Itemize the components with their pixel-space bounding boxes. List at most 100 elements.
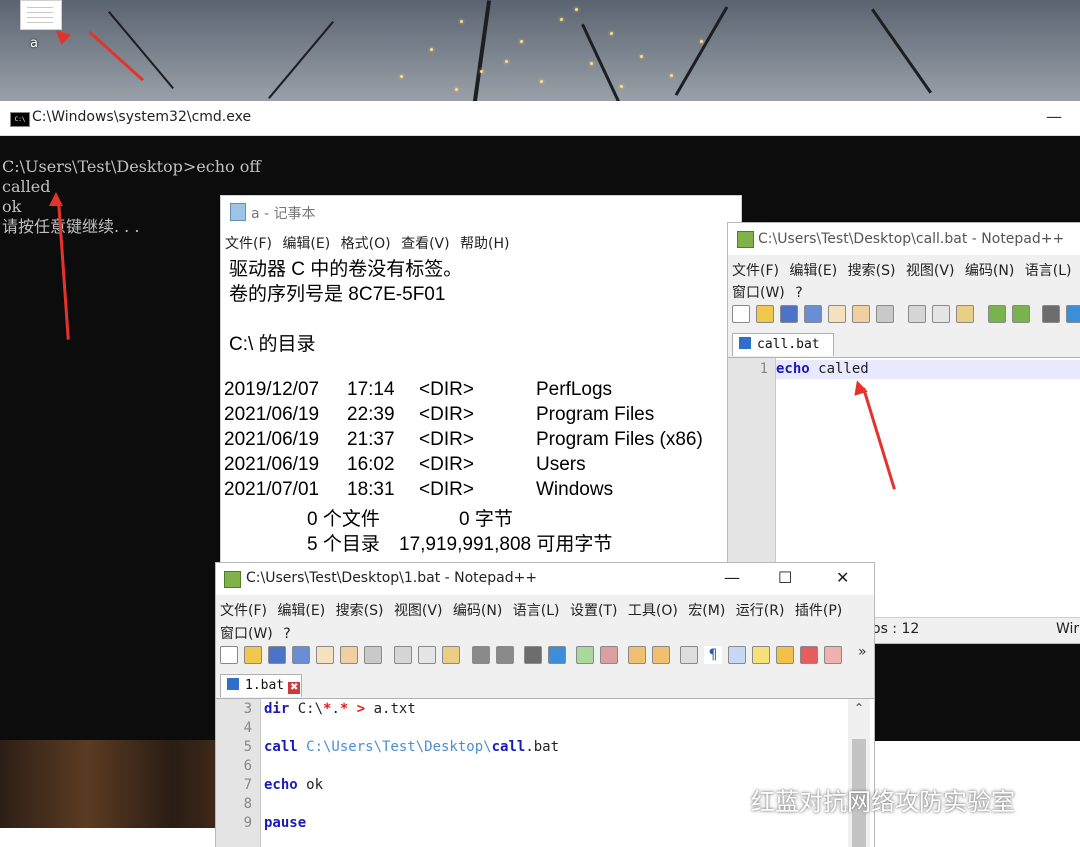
save-icon[interactable]	[780, 305, 798, 323]
menu-encoding[interactable]: 编码(N)	[453, 603, 502, 619]
close-file-icon[interactable]	[316, 646, 334, 664]
save-all-icon[interactable]	[804, 305, 822, 323]
menu-edit[interactable]: 编辑(E)	[277, 603, 325, 619]
npp-call-toolbar	[732, 305, 1080, 327]
tab-1-bat[interactable]: 1.bat ✖	[220, 674, 302, 697]
cmd-title-bar[interactable]: C:\ C:\Windows\system32\cmd.exe —	[0, 101, 1080, 136]
menu-file[interactable]: 文件(F)	[732, 263, 779, 279]
menu-plugins[interactable]: 插件(P)	[795, 603, 842, 619]
menu-view[interactable]: 查看(V)	[401, 236, 450, 252]
paste-icon[interactable]	[442, 646, 460, 664]
dir-time: 18:31	[347, 479, 395, 500]
redo-icon[interactable]	[496, 646, 514, 664]
menu-run[interactable]: 运行(R)	[736, 603, 785, 619]
wechat-icon	[705, 786, 743, 814]
menu-file[interactable]: 文件(F)	[225, 236, 272, 252]
show-all-chars-icon[interactable]: ¶	[704, 646, 722, 664]
text-file-icon[interactable]	[20, 0, 62, 30]
word-wrap-icon[interactable]	[680, 646, 698, 664]
menu-search[interactable]: 搜索(S)	[848, 263, 896, 279]
menu-view[interactable]: 视图(V)	[906, 263, 955, 279]
zoom-out-icon[interactable]	[600, 646, 618, 664]
zoom-in-icon[interactable]	[576, 646, 594, 664]
function-list-icon[interactable]	[800, 646, 818, 664]
paste-icon[interactable]	[956, 305, 974, 323]
sync-horizontal-icon[interactable]	[652, 646, 670, 664]
print-icon[interactable]	[876, 305, 894, 323]
undo-icon[interactable]	[472, 646, 490, 664]
doc-map-icon[interactable]	[776, 646, 794, 664]
line-number: 8	[243, 796, 252, 812]
replace-icon[interactable]	[1066, 305, 1080, 323]
npp-one-title-bar[interactable]: C:\Users\Test\Desktop\1.bat - Notepad++ …	[216, 563, 874, 595]
line-number: 4	[243, 720, 252, 736]
cmd-app-icon: C:\	[10, 112, 30, 127]
indent-guide-icon[interactable]	[728, 646, 746, 664]
menu-help[interactable]: 帮助(H)	[460, 236, 509, 252]
menu-help[interactable]: ?	[283, 626, 290, 642]
menu-language[interactable]: 语言(L)	[1025, 263, 1072, 279]
menu-language[interactable]: 语言(L)	[513, 603, 560, 619]
desktop-icon-label[interactable]: a	[30, 36, 38, 51]
dir-name: Users	[536, 454, 586, 475]
sync-vertical-icon[interactable]	[628, 646, 646, 664]
menu-settings[interactable]: 设置(T)	[570, 603, 617, 619]
copy-icon[interactable]	[932, 305, 950, 323]
new-file-icon[interactable]	[220, 646, 238, 664]
user-language-icon[interactable]	[752, 646, 770, 664]
maximize-button[interactable]: ☐	[778, 568, 792, 587]
npp-call-title: C:\Users\Test\Desktop\call.bat - Notepad…	[758, 231, 1065, 247]
scroll-up-arrow-icon[interactable]: ⌃	[854, 701, 864, 715]
cut-icon[interactable]	[908, 305, 926, 323]
save-state-icon	[227, 678, 239, 690]
menu-window[interactable]: 窗口(W)	[732, 285, 785, 301]
replace-icon[interactable]	[548, 646, 566, 664]
minimize-button[interactable]: —	[724, 568, 740, 587]
close-file-icon[interactable]	[828, 305, 846, 323]
menu-edit[interactable]: 编辑(E)	[282, 236, 330, 252]
find-icon[interactable]	[1042, 305, 1060, 323]
npp-one-editor[interactable]: 3 4 5 6 7 8 9 dir C:\*.* > a.txt call C:…	[216, 698, 874, 847]
save-icon[interactable]	[268, 646, 286, 664]
code-line: echo called	[776, 361, 869, 377]
menu-file[interactable]: 文件(F)	[220, 603, 267, 619]
watermark-text: 红蓝对抗网络攻防实验室	[751, 788, 1015, 816]
tab-close-icon[interactable]: ✖	[288, 682, 301, 694]
close-all-icon[interactable]	[852, 305, 870, 323]
new-file-icon[interactable]	[732, 305, 750, 323]
menu-tools[interactable]: 工具(O)	[628, 603, 678, 619]
code-keyword: dir	[264, 701, 290, 717]
menu-encoding[interactable]: 编码(N)	[965, 263, 1014, 279]
menu-help[interactable]: ?	[795, 285, 802, 301]
npp-call-title-bar[interactable]: C:\Users\Test\Desktop\call.bat - Notepad…	[728, 223, 1080, 255]
folder-workspace-icon[interactable]	[824, 646, 842, 664]
vertical-scrollbar[interactable]: ⌃	[848, 699, 870, 847]
summary-value: 0 字节	[459, 509, 513, 530]
menu-search[interactable]: 搜索(S)	[336, 603, 384, 619]
find-icon[interactable]	[524, 646, 542, 664]
menu-window[interactable]: 窗口(W)	[220, 626, 273, 642]
copy-icon[interactable]	[418, 646, 436, 664]
save-all-icon[interactable]	[292, 646, 310, 664]
close-all-icon[interactable]	[340, 646, 358, 664]
cmd-line: C:\Users\Test\Desktop>echo off	[2, 157, 261, 176]
menu-view[interactable]: 视图(V)	[394, 603, 443, 619]
undo-icon[interactable]	[988, 305, 1006, 323]
redo-icon[interactable]	[1012, 305, 1030, 323]
cut-icon[interactable]	[394, 646, 412, 664]
dir-type: <DIR>	[419, 429, 474, 450]
tab-call-bat[interactable]: call.bat✖	[732, 333, 834, 375]
minimize-button[interactable]: —	[1046, 107, 1062, 126]
open-file-icon[interactable]	[244, 646, 262, 664]
toolbar-overflow-icon[interactable]: »	[858, 644, 867, 660]
menu-edit[interactable]: 编辑(E)	[789, 263, 837, 279]
npp-call-menu-bar-2: 窗口(W) ?	[732, 282, 809, 302]
menu-format[interactable]: 格式(O)	[341, 236, 391, 252]
print-icon[interactable]	[364, 646, 382, 664]
dir-type: <DIR>	[419, 379, 474, 400]
close-button[interactable]: ✕	[836, 568, 849, 587]
open-file-icon[interactable]	[756, 305, 774, 323]
notepad-menu-bar: 文件(F) 编辑(E) 格式(O) 查看(V) 帮助(H)	[225, 233, 516, 253]
notepad-window[interactable]: a - 记事本 文件(F) 编辑(E) 格式(O) 查看(V) 帮助(H) 驱动…	[220, 195, 742, 577]
menu-macro[interactable]: 宏(M)	[688, 603, 725, 619]
